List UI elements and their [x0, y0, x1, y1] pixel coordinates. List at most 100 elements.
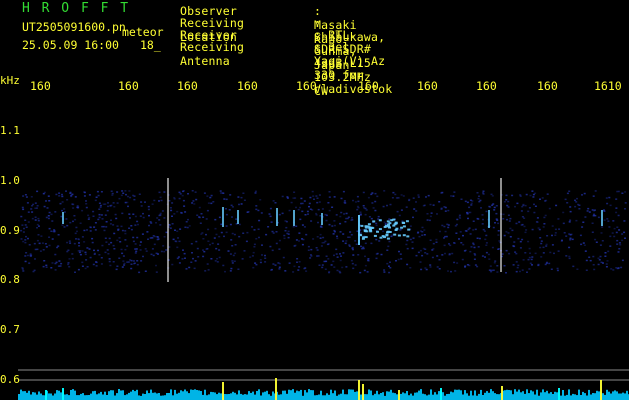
spectrum-bar: [528, 393, 530, 400]
noise-dot: [317, 221, 319, 224]
noise-dot: [284, 220, 287, 222]
spectrum-bar: [466, 393, 468, 400]
noise-dot: [398, 250, 400, 253]
noise-dot: [144, 201, 146, 203]
meteor-echo: [402, 225, 406, 228]
noise-dot: [228, 209, 231, 211]
spectrum-bar: [480, 389, 482, 400]
spectrum-bar: [598, 391, 600, 400]
spectrum-bar: [156, 393, 158, 400]
noise-dot: [333, 224, 336, 227]
noise-dot: [351, 217, 353, 219]
noise-dot: [543, 223, 546, 225]
noise-dot: [390, 235, 393, 238]
noise-dot: [513, 245, 516, 248]
spectrum-bar: [290, 390, 292, 400]
noise-dot: [494, 260, 497, 262]
noise-dot: [174, 229, 176, 231]
noise-dot: [521, 205, 524, 208]
noise-dot: [533, 203, 535, 206]
meteor-echo: [360, 224, 364, 227]
noise-dot: [592, 264, 595, 266]
noise-dot: [429, 215, 432, 218]
meteor-echo: [393, 223, 397, 226]
noise-dot: [145, 250, 148, 252]
meteor-echo: [372, 220, 376, 223]
noise-dot: [106, 249, 109, 251]
meteor-echo: [378, 228, 382, 231]
noise-dot: [81, 236, 84, 238]
noise-dot: [133, 262, 135, 265]
noise-dot: [507, 206, 510, 208]
spectrum-bar: [96, 394, 98, 400]
spectrum-bar: [612, 391, 614, 400]
noise-dot: [129, 217, 131, 219]
spectrum-bar: [36, 394, 38, 400]
spectrum-bar: [28, 390, 30, 400]
spectrum-bar: [626, 390, 628, 400]
noise-dot: [461, 258, 464, 261]
noise-dot: [124, 239, 127, 241]
meteor-echo: [362, 236, 366, 239]
spectrum-bar: [560, 395, 562, 400]
noise-dot: [565, 235, 568, 237]
noise-dot: [298, 266, 301, 268]
noise-dot: [24, 260, 27, 263]
noise-dot: [339, 215, 342, 218]
noise-dot: [92, 210, 95, 213]
noise-dot: [382, 205, 385, 208]
noise-dot: [345, 212, 348, 215]
meteor-echo: [378, 219, 382, 222]
noise-dot: [69, 221, 72, 224]
spectrum-bar: [620, 393, 622, 400]
noise-dot: [387, 245, 390, 248]
noise-dot: [374, 209, 377, 212]
spectrum-spike: [501, 386, 503, 400]
spectrum-bar: [250, 392, 252, 400]
spectrum-bar: [50, 393, 52, 400]
noise-dot: [202, 216, 205, 218]
noise-dot: [207, 228, 210, 231]
noise-dot: [41, 242, 44, 244]
spectrum-bar: [22, 391, 24, 400]
noise-dot: [562, 211, 565, 214]
noise-dot: [53, 229, 56, 231]
noise-dot: [93, 249, 95, 252]
spectrum-bar: [168, 393, 170, 400]
meteor-echo: [400, 226, 404, 229]
noise-dot: [388, 265, 390, 267]
noise-dot: [473, 253, 476, 255]
noise-dot: [348, 244, 351, 246]
noise-dot: [87, 218, 90, 220]
noise-dot: [483, 230, 486, 232]
spectrum-bar: [230, 393, 232, 400]
noise-dot: [495, 205, 498, 207]
spectrum-bar: [52, 395, 54, 400]
noise-dot: [374, 192, 377, 195]
noise-dot: [169, 227, 172, 229]
noise-dot: [97, 194, 100, 197]
noise-dot: [261, 244, 263, 246]
noise-dot: [460, 242, 463, 244]
x-tick: 160: [118, 79, 139, 93]
noise-dot: [561, 239, 563, 242]
noise-dot: [610, 268, 613, 270]
noise-dot: [77, 207, 79, 209]
noise-dot: [415, 210, 418, 212]
noise-dot: [364, 264, 367, 267]
spectrum-bar: [208, 394, 210, 400]
spectrum-bar: [192, 389, 194, 400]
noise-dot: [335, 253, 338, 255]
noise-dot: [68, 258, 71, 260]
noise-dot: [136, 260, 139, 262]
noise-dot: [287, 230, 290, 233]
meteor-echo: [386, 237, 390, 240]
noise-dot: [285, 226, 288, 229]
spectrum-bar: [458, 389, 460, 400]
noise-dot: [333, 229, 336, 232]
noise-dot: [231, 232, 234, 235]
noise-dot: [608, 196, 611, 199]
noise-dot: [163, 191, 166, 193]
noise-dot: [324, 268, 327, 270]
spectrum-bar: [446, 394, 448, 400]
